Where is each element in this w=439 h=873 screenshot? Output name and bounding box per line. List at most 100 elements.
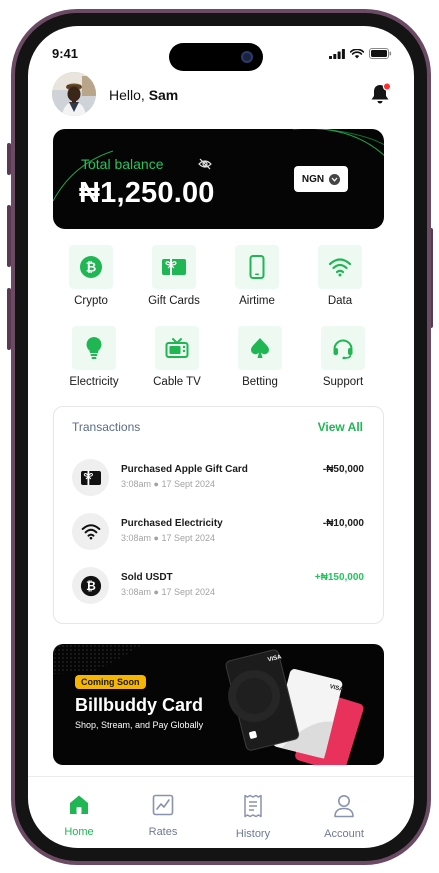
nav-rates[interactable]: Rates (130, 794, 196, 838)
transaction-amount: -₦10,000 (322, 518, 364, 529)
service-label: Crypto (74, 295, 108, 307)
transactions-title: Transactions (72, 420, 141, 434)
nav-label: History (235, 828, 271, 840)
service-tile (318, 245, 362, 289)
app-screen: 9:41 Hello, Sam Total balance ₦1,250.00 … (28, 26, 414, 848)
camera-icon (241, 51, 253, 63)
service-support[interactable]: Support (301, 326, 385, 388)
service-airtime[interactable]: Airtime (215, 245, 299, 307)
svg-text:₿: ₿ (86, 579, 96, 593)
service-tile (155, 326, 199, 370)
transactions-card: Transactions View All Purchased Apple Gi… (53, 406, 384, 624)
greeting: Hello, Sam (109, 87, 178, 103)
greeting-text: Hello, (109, 87, 145, 103)
service-tile (72, 326, 116, 370)
balance-card: Total balance ₦1,250.00 NGN (53, 129, 384, 229)
nav-history[interactable]: History (220, 794, 286, 840)
transaction-time: 3:08am (121, 479, 152, 489)
transaction-datetime: 3:08am ● 17 Sept 2024 (121, 533, 216, 543)
eye-off-icon (198, 158, 212, 170)
service-gift-cards[interactable]: Gift Cards (132, 245, 216, 307)
nav-home[interactable]: Home (46, 794, 112, 838)
home-icon (70, 795, 88, 814)
coming-soon-badge: Coming Soon (75, 675, 146, 689)
service-label: Betting (242, 376, 278, 388)
status-time: 9:41 (52, 46, 79, 61)
transaction-time: 3:08am (121, 533, 152, 543)
service-betting[interactable]: Betting (218, 326, 302, 388)
promo-title: Billbuddy Card (75, 695, 204, 715)
promo-banner[interactable]: VISA VISA Coming Soon Billbuddy Card Sho… (53, 644, 384, 765)
headset-icon (333, 339, 353, 360)
view-all-link[interactable]: View All (318, 420, 363, 434)
transaction-icon: ₿ (72, 567, 109, 604)
chevron-down-icon (329, 173, 341, 185)
transaction-datetime: 3:08am ● 17 Sept 2024 (121, 479, 216, 489)
status-icons (329, 48, 392, 59)
service-label: Electricity (69, 376, 119, 388)
wifi-icon (328, 258, 352, 277)
nav-divider (28, 776, 414, 777)
tv-icon (165, 338, 189, 358)
bitcoin-icon: ₿ (80, 256, 102, 278)
transaction-date: 17 Sept 2024 (161, 587, 216, 597)
transaction-row[interactable]: ₿ Sold USDT 3:08am ● 17 Sept 2024 +₦150,… (72, 567, 364, 607)
hide-balance-button[interactable] (198, 157, 212, 175)
wifi-icon (81, 524, 100, 540)
transaction-amount: -₦50,000 (322, 464, 364, 475)
nav-label: Account (324, 828, 364, 840)
transaction-time: 3:08am (121, 587, 152, 597)
transaction-datetime: 3:08am ● 17 Sept 2024 (121, 587, 216, 597)
bell-icon (371, 82, 392, 104)
transaction-date: 17 Sept 2024 (161, 479, 216, 489)
service-label: Data (327, 295, 353, 307)
transaction-row[interactable]: Purchased Apple Gift Card 3:08am ● 17 Se… (72, 459, 364, 499)
bitcoin-icon: ₿ (80, 575, 101, 596)
service-tile (321, 326, 365, 370)
user-photo (52, 72, 96, 116)
currency-selector[interactable]: NGN (294, 166, 348, 192)
service-tile: ₿ (69, 245, 113, 289)
transaction-date: 17 Sept 2024 (161, 533, 216, 543)
balance-label: Total balance (81, 156, 164, 172)
promo-subtitle: Shop, Stream, and Pay Globally (75, 720, 204, 730)
notification-button[interactable] (368, 82, 392, 111)
nav-account[interactable]: Account (311, 794, 377, 840)
signal-icon (329, 48, 345, 59)
transaction-title: Sold USDT (121, 572, 173, 583)
gift-card-icon (162, 259, 186, 275)
service-data[interactable]: Data (298, 245, 382, 307)
service-tile (152, 245, 196, 289)
phone-bezel: 9:41 Hello, Sam Total balance ₦1,250.00 … (15, 13, 427, 861)
service-tile (238, 326, 282, 370)
notification-dot (382, 82, 392, 91)
nav-label: Home (64, 826, 94, 838)
transaction-title: Purchased Electricity (121, 518, 223, 529)
service-electricity[interactable]: Electricity (52, 326, 136, 388)
phone-frame: 9:41 Hello, Sam Total balance ₦1,250.00 … (11, 9, 431, 865)
bulb-icon (86, 337, 102, 359)
phone-icon (249, 255, 265, 279)
wifi-status-icon (350, 48, 364, 58)
nav-label: Rates (148, 826, 178, 838)
balance-amount: ₦1,250.00 (79, 177, 215, 209)
transaction-icon (72, 459, 109, 496)
transaction-row[interactable]: Purchased Electricity 3:08am ● 17 Sept 2… (72, 513, 364, 553)
gift-card-icon (80, 470, 101, 485)
dynamic-island (169, 43, 263, 71)
user-name: Sam (148, 87, 179, 103)
service-label: Cable TV (153, 376, 201, 388)
transaction-icon (72, 513, 109, 550)
avatar[interactable] (52, 72, 96, 116)
chart-icon (152, 794, 174, 816)
receipt-icon (244, 794, 262, 818)
transaction-title: Purchased Apple Gift Card (121, 464, 248, 475)
card-black: VISA (225, 649, 300, 751)
service-cable-tv[interactable]: Cable TV (135, 326, 219, 388)
spade-icon (251, 338, 269, 358)
currency-code: NGN (301, 173, 325, 185)
svg-text:₿: ₿ (86, 261, 97, 276)
transaction-amount: +₦150,000 (314, 572, 364, 583)
service-crypto[interactable]: ₿ Crypto (49, 245, 133, 307)
service-tile (235, 245, 279, 289)
